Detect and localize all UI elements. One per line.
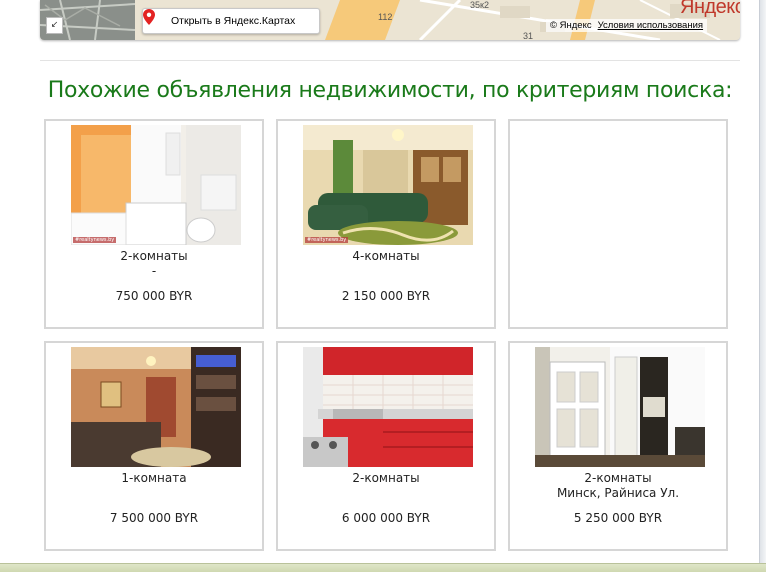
similar-listings-heading: Похожие объявления недвижимости, по крит… xyxy=(47,78,733,103)
listing-rooms: 2-комнаты xyxy=(120,249,188,263)
open-in-yandex-maps-button[interactable]: Открыть в Яндекс.Картах xyxy=(142,8,320,34)
listing-photo-bedroom[interactable] xyxy=(71,347,241,467)
photo-watermark: #realtynews.by xyxy=(73,237,117,243)
window-scrollbar-edge[interactable] xyxy=(759,0,766,572)
listing-rooms: 4-комнаты xyxy=(352,249,420,263)
listing-photo-living-room[interactable]: #realtynews.by xyxy=(303,125,473,245)
listing-photo-bathroom[interactable]: #realtynews.by xyxy=(71,125,241,245)
listing-price: 6 000 000 BYR xyxy=(341,511,431,525)
listing-address: - xyxy=(151,264,157,278)
status-bar xyxy=(0,563,766,572)
map-terms-link[interactable]: Условия использования xyxy=(598,20,703,31)
listing-card[interactable]: 2-комнаты 6 000 000 BYR xyxy=(276,341,496,551)
listing-rooms: 2-комнаты xyxy=(352,471,420,485)
listing-photo-hallway[interactable] xyxy=(535,347,705,467)
listing-rooms: 2-комнаты xyxy=(584,471,652,485)
listing-card-empty xyxy=(508,119,728,329)
map-street-number: 112 xyxy=(378,12,393,22)
map-street-number: 31 xyxy=(523,31,534,40)
collapse-arrow-icon[interactable]: ↙ xyxy=(46,17,63,34)
yandex-logo: Яндекс xyxy=(680,0,740,18)
section-divider xyxy=(40,60,740,61)
photo-watermark: #realtynews.by xyxy=(305,237,349,243)
listing-price: 2 150 000 BYR xyxy=(341,289,431,303)
listing-photo-kitchen[interactable] xyxy=(303,347,473,467)
yandex-map[interactable]: 112 35к2 31 ↙ Открыть в Яндекс.Картах Ян… xyxy=(40,0,740,40)
map-copyright: © Яндекс xyxy=(550,20,592,31)
listing-card[interactable]: 2-комнаты Минск, Райниса Ул. 5 250 000 B… xyxy=(508,341,728,551)
map-attribution: © Яндекс Условия использования xyxy=(546,19,708,32)
listing-rooms: 1-комната xyxy=(121,471,187,485)
listing-card[interactable]: #realtynews.by 4-комнаты 2 150 000 BYR xyxy=(276,119,496,329)
listing-price: 750 000 BYR xyxy=(115,289,193,303)
listing-price: 7 500 000 BYR xyxy=(109,511,199,525)
open-in-yandex-maps-label: Открыть в Яндекс.Картах xyxy=(171,15,296,27)
listing-price: 5 250 000 BYR xyxy=(573,511,663,525)
map-pin-icon xyxy=(143,9,165,33)
listing-card[interactable]: #realtynews.by 2-комнаты - 750 000 BYR xyxy=(44,119,264,329)
map-street-number: 35к2 xyxy=(470,0,489,10)
listing-address: Минск, Райниса Ул. xyxy=(556,486,680,500)
listing-card[interactable]: 1-комната 7 500 000 BYR xyxy=(44,341,264,551)
